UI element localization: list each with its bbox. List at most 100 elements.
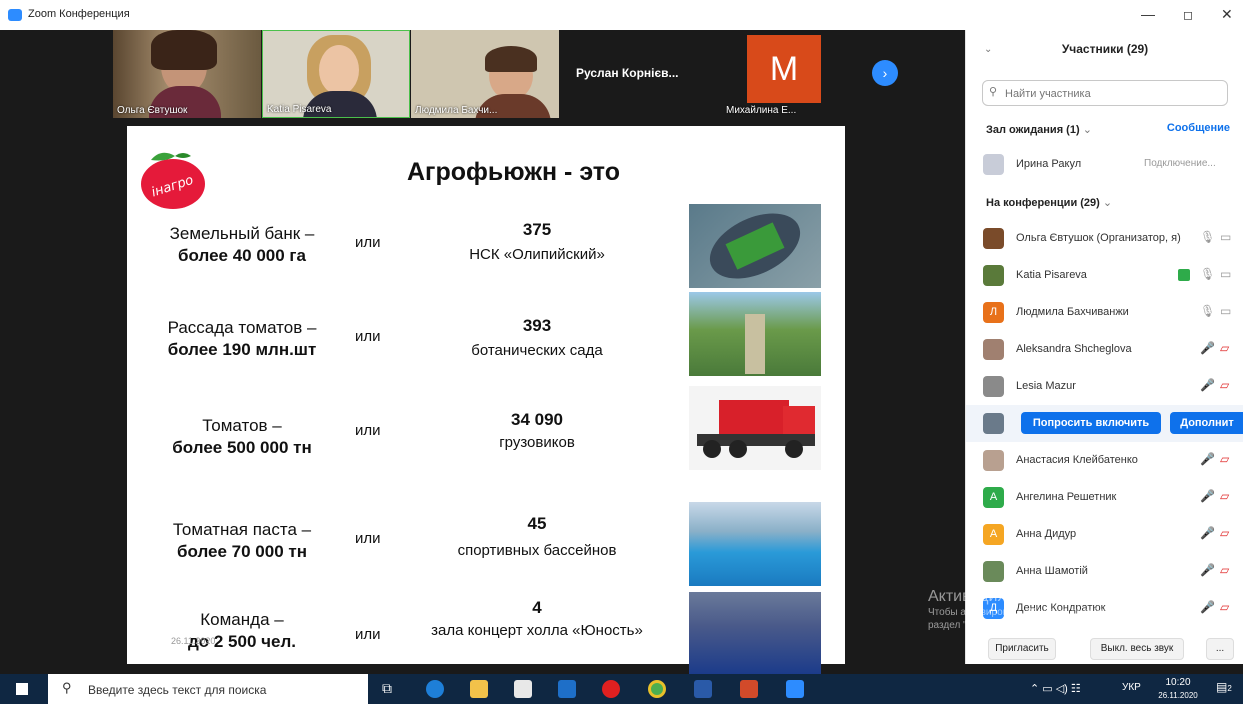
close-button[interactable]: ✕ — [1221, 6, 1233, 23]
slide-row: Томатов – более 500 000 тн или 34 090 гр… — [127, 386, 845, 486]
slide-row: Команда – до 2 500 чел. или 4 зала конце… — [127, 576, 845, 676]
store-icon[interactable] — [514, 680, 532, 698]
camera-off-icon[interactable]: ▱ — [1220, 378, 1229, 392]
camera-off-icon[interactable]: ▱ — [1220, 341, 1229, 355]
video-tile-olga[interactable]: Ольга Євтушок — [113, 30, 261, 118]
participant-name: Анастасия Клейбатенко — [1016, 454, 1138, 466]
in-conference-label[interactable]: На конференции (29) ⌄ — [986, 196, 1112, 209]
camera-icon[interactable]: ▭ — [1220, 267, 1231, 281]
participant-name: Ангелина Решетник — [1016, 491, 1117, 503]
participant-row[interactable]: Aleksandra Shcheglova 🎤 ▱ — [966, 331, 1243, 368]
participant-search[interactable]: ⚲ — [982, 80, 1228, 106]
camera-off-icon[interactable]: ▱ — [1220, 563, 1229, 577]
video-tile-katia[interactable]: Katia Pisareva — [262, 30, 410, 118]
camera-off-icon[interactable]: ▱ — [1220, 452, 1229, 466]
camera-icon[interactable]: ▭ — [1220, 230, 1231, 244]
file-explorer-icon[interactable] — [470, 680, 488, 698]
muted-mic-icon[interactable]: 🎤 — [1200, 489, 1215, 503]
participant-row[interactable]: А Ангелина Решетник 🎤 ▱ — [966, 479, 1243, 516]
waiting-participant-row[interactable]: Ирина Ракул Подключение... — [966, 146, 1243, 183]
avatar: M — [747, 35, 821, 103]
message-link[interactable]: Сообщение — [1167, 122, 1230, 134]
opera-icon[interactable] — [602, 680, 620, 698]
video-tile-mikhailyna[interactable]: M Михайлина Е... — [712, 30, 867, 118]
participant-row[interactable]: Lesia Mazur 🎤 ▱ — [966, 368, 1243, 405]
language-indicator[interactable]: УКР — [1122, 682, 1141, 693]
waiting-room-label[interactable]: Зал ожидания (1) ⌄ — [986, 123, 1092, 136]
muted-mic-icon[interactable]: 🎤 — [1200, 600, 1215, 614]
tray-icons[interactable]: ⌃ ▭ ◁) ☷ — [1030, 682, 1081, 695]
participant-row-hover[interactable]: Попросить включить Дополнит — [966, 405, 1243, 442]
next-page-button[interactable]: › — [872, 60, 898, 86]
muted-mic-icon[interactable]: 🎤 — [1200, 341, 1215, 355]
mail-icon[interactable] — [558, 680, 576, 698]
participant-row[interactable]: Анастасия Клейбатенко 🎤 ▱ — [966, 442, 1243, 479]
chrome-icon[interactable] — [648, 680, 666, 698]
camera-icon[interactable]: ▭ — [1220, 304, 1231, 318]
connecting-status: Подключение... — [1144, 158, 1216, 169]
clock[interactable]: 10:20 26.11.2020 — [1158, 676, 1198, 702]
or-text: или — [355, 328, 381, 345]
notification-icon[interactable]: ▤2 — [1216, 680, 1232, 694]
more-options-button[interactable]: ... — [1206, 638, 1234, 660]
tile-name-label: Руслан Корнієв... — [576, 66, 679, 80]
slide-row: Рассада томатов – более 190 млн.шт или 3… — [127, 292, 845, 396]
row-label: Томатов – — [202, 416, 282, 435]
mic-icon[interactable]: 🎙 — [1200, 230, 1215, 244]
muted-mic-icon[interactable]: 🎤 — [1200, 526, 1215, 540]
invite-button[interactable]: Пригласить — [988, 638, 1056, 660]
avatar — [983, 154, 1004, 175]
row-value: более 40 000 га — [178, 246, 306, 265]
inagro-logo: інагро — [141, 152, 205, 209]
stadium-image — [689, 204, 821, 288]
participants-title: Участники (29) — [1061, 42, 1149, 56]
concert-hall-image — [689, 592, 821, 676]
video-tile-ludmila[interactable]: Людмила Бахчи... 🎤 — [411, 30, 559, 118]
participant-name: Ирина Ракул — [1016, 158, 1082, 170]
video-stage: Ольга Євтушок Katia Pisareva Людмила Бах… — [0, 30, 965, 676]
participant-row[interactable]: Katia Pisareva 🎙 ▭ — [966, 257, 1243, 294]
participant-row[interactable]: Ольга Євтушок (Организатор, я) 🎙 ▭ — [966, 220, 1243, 257]
ask-to-unmute-button[interactable]: Попросить включить — [1021, 412, 1161, 434]
camera-off-icon[interactable]: ▱ — [1220, 526, 1229, 540]
tile-name-label: Ольга Євтушок — [117, 105, 188, 116]
mic-icon[interactable]: 🎙 — [1200, 304, 1215, 318]
maximize-button[interactable]: ◻ — [1183, 8, 1193, 22]
window-controls: — ◻ ✕ — [965, 0, 1243, 30]
participant-name: Анна Шамотій — [1016, 565, 1088, 577]
compare-number: 34 090 — [511, 410, 563, 429]
tile-name-label: Михайлина Е... — [726, 105, 797, 116]
powerpoint-icon[interactable] — [740, 680, 758, 698]
word-icon[interactable] — [694, 680, 712, 698]
video-tile-ruslan[interactable]: Руслан Корнієв... — [560, 30, 710, 118]
muted-mic-icon[interactable]: 🎤 — [1200, 378, 1215, 392]
or-text: или — [355, 530, 381, 547]
minimize-button[interactable]: — — [1141, 6, 1155, 22]
participant-row[interactable]: А Анна Дидур 🎤 ▱ — [966, 516, 1243, 553]
more-button[interactable]: Дополнит — [1170, 412, 1243, 434]
mute-all-button[interactable]: Выкл. весь звук — [1090, 638, 1184, 660]
muted-mic-icon[interactable]: 🎤 — [1200, 452, 1215, 466]
participant-row[interactable]: Анна Шамотій 🎤 ▱ — [966, 553, 1243, 590]
row-value: более 70 000 тн — [177, 542, 307, 561]
row-value: более 190 млн.шт — [167, 340, 317, 359]
start-icon[interactable] — [16, 683, 28, 695]
participants-footer: Пригласить Выкл. весь звук ... — [966, 632, 1243, 664]
muted-mic-icon[interactable]: 🎤 — [1200, 563, 1215, 577]
truck-image — [689, 386, 821, 470]
camera-off-icon[interactable]: ▱ — [1220, 600, 1229, 614]
participant-name: Людмила Бахчиванжи — [1016, 306, 1129, 318]
mic-icon[interactable]: 🎙 — [1200, 267, 1215, 281]
search-input[interactable] — [1003, 85, 1217, 103]
edge-icon[interactable] — [426, 680, 444, 698]
row-label: Рассада томатов – — [167, 318, 317, 337]
avatar: А — [983, 524, 1004, 545]
taskbar-search[interactable]: ⚲ Введите здесь текст для поиска — [48, 674, 368, 704]
participant-row[interactable]: Л Людмила Бахчиванжи 🎙 ▭ — [966, 294, 1243, 331]
task-view-icon[interactable]: ⧉ — [382, 680, 400, 698]
zoom-taskbar-icon[interactable] — [786, 680, 804, 698]
avatar: Л — [983, 302, 1004, 323]
search-icon: ⚲ — [62, 680, 72, 695]
camera-off-icon[interactable]: ▱ — [1220, 489, 1229, 503]
slide-row: Томатная паста – более 70 000 тн или 45 … — [127, 486, 845, 586]
